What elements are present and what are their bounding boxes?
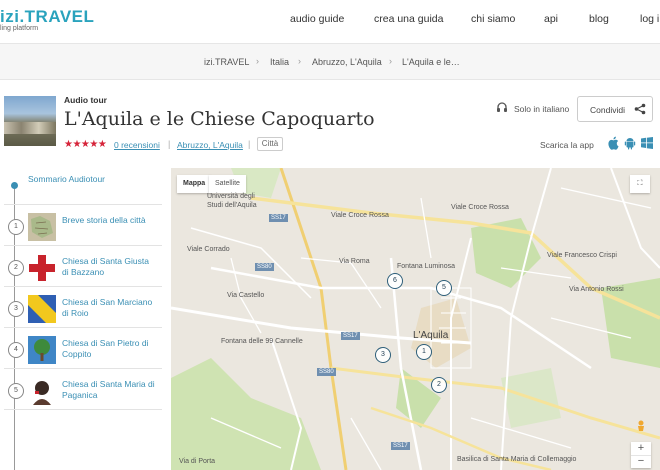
map-canvas <box>171 168 660 470</box>
list-item[interactable]: 2 Chiesa di Santa Giusta di Bazzano <box>4 245 162 287</box>
download-app-label: Scarica la app <box>540 140 594 150</box>
map-pin[interactable]: 3 <box>375 347 391 363</box>
stop-number: 4 <box>8 342 24 358</box>
map-label: Basilica di Santa Maria di Collemaggio <box>457 456 577 463</box>
map-label: Via Antonio Rossi <box>569 286 624 293</box>
timeline-dot <box>11 182 18 189</box>
fullscreen-icon[interactable]: ⛶ <box>630 175 650 193</box>
blue-yellow-banner-icon <box>28 295 56 323</box>
tour-thumbnail <box>4 96 56 146</box>
android-icon[interactable] <box>623 136 637 150</box>
rating-stars: ★★★★★ <box>64 139 107 150</box>
breadcrumb: izi.TRAVEL › Italia › Abruzzo, L'Aquila … <box>0 44 660 80</box>
map-pin[interactable]: 1 <box>416 344 432 360</box>
tour-type: Audio tour <box>64 95 107 105</box>
zoom-out-button[interactable]: − <box>631 455 651 468</box>
map-label: Via Castello <box>227 292 265 299</box>
share-button[interactable]: Condividi <box>577 96 653 122</box>
road-shield: SS17 <box>269 214 288 222</box>
map-label: Via di Porta <box>179 458 216 465</box>
breadcrumb-home[interactable]: izi.TRAVEL <box>204 57 249 67</box>
breadcrumb-separator: › <box>298 56 301 66</box>
top-navbar: izi.TRAVEL ling platform audio guide cre… <box>0 0 660 44</box>
stop-label: Chiesa di San Pietro di Coppito <box>62 338 149 359</box>
location-link[interactable]: Abruzzo, L'Aquila <box>177 140 243 150</box>
breadcrumb-current: L'Aquila e le… <box>402 57 460 67</box>
nav-login[interactable]: log i <box>640 13 659 25</box>
nav-chi-siamo[interactable]: chi siamo <box>471 13 515 25</box>
stop-number: 3 <box>8 301 24 317</box>
map-pin[interactable]: 2 <box>431 377 447 393</box>
pegman-icon[interactable] <box>635 420 647 434</box>
breadcrumb-region[interactable]: Abruzzo, L'Aquila <box>312 57 382 67</box>
road-shield: SS17 <box>341 332 360 340</box>
zoom-in-button[interactable]: + <box>631 442 651 455</box>
map[interactable]: Mappa Satellite ⛶ Università degli Studi… <box>171 168 660 470</box>
map-label: Fontana delle 99 Cannelle <box>221 338 303 345</box>
stop-number: 5 <box>8 383 24 399</box>
summary-link[interactable]: Sommario Audiotour <box>28 174 105 184</box>
satellite-view-button[interactable]: Satellite <box>209 175 246 193</box>
list-item[interactable]: 4 Chiesa di San Pietro di Coppito <box>4 327 162 369</box>
nav-crea-guida[interactable]: crea una guida <box>374 13 443 25</box>
stop-number: 1 <box>8 219 24 235</box>
breadcrumb-separator: › <box>256 56 259 66</box>
meta-separator: | <box>168 139 171 149</box>
stop-number: 2 <box>8 260 24 276</box>
category-tag[interactable]: Città <box>257 137 283 151</box>
red-cross-icon <box>28 254 56 282</box>
nav-blog[interactable]: blog <box>589 13 609 25</box>
share-icon <box>634 103 646 115</box>
road-shield: SS17 <box>391 442 410 450</box>
road-shield: SS80 <box>317 368 336 376</box>
map-label: L'Aquila <box>413 330 449 341</box>
language-info: Solo in italiano <box>514 104 570 114</box>
nav-audio-guide[interactable]: audio guide <box>290 13 344 25</box>
stop-label: Chiesa di Santa Giusta di Bazzano <box>62 256 149 277</box>
map-pin[interactable]: 6 <box>387 273 403 289</box>
stop-label: Chiesa di Santa Maria di Paganica <box>62 379 155 400</box>
portrait-icon <box>28 377 56 405</box>
headphones-icon <box>497 102 507 112</box>
nav-api[interactable]: api <box>544 13 558 25</box>
list-item[interactable]: 1 Breve storia della città <box>4 204 162 246</box>
map-label: Viale Corrado <box>187 246 230 253</box>
apple-icon[interactable] <box>607 136 621 150</box>
map-label: Fontana Luminosa <box>397 263 455 270</box>
map-label: Viale Croce Rossa <box>331 212 389 219</box>
stop-list: 1 Breve storia della città 2 Chiesa di S… <box>4 204 162 410</box>
tour-header: Audio tour L'Aquila e le Chiese Capoquar… <box>0 80 660 166</box>
road-shield: SS80 <box>255 263 274 271</box>
map-thumbnail-icon <box>28 213 56 241</box>
logo[interactable]: izi.TRAVEL <box>0 7 94 27</box>
tree-icon <box>28 336 56 364</box>
meta-separator: | <box>248 139 251 149</box>
map-label: Via Roma <box>339 258 370 265</box>
map-label: Viale Francesco Crispi <box>547 252 617 259</box>
list-item[interactable]: 3 Chiesa di San Marciano di Roio <box>4 286 162 328</box>
map-pin[interactable]: 5 <box>436 280 452 296</box>
map-view-button[interactable]: Mappa <box>177 175 212 193</box>
page-title: L'Aquila e le Chiese Capoquarto <box>64 108 375 130</box>
map-label: Università degli Studi dell'Aquila <box>207 193 257 209</box>
zoom-controls: + − <box>631 442 651 468</box>
list-item[interactable]: 5 Chiesa di Santa Maria di Paganica <box>4 368 162 410</box>
breadcrumb-country[interactable]: Italia <box>270 57 289 67</box>
reviews-link[interactable]: 0 recensioni <box>114 140 160 150</box>
logo-tagline: ling platform <box>0 25 39 32</box>
share-button-label: Condividi <box>590 105 625 115</box>
stop-label: Chiesa di San Marciano di Roio <box>62 297 153 318</box>
stop-label: Breve storia della città <box>62 215 146 225</box>
breadcrumb-separator: › <box>389 56 392 66</box>
windows-icon[interactable] <box>640 136 654 150</box>
map-label: Viale Croce Rossa <box>451 204 509 211</box>
